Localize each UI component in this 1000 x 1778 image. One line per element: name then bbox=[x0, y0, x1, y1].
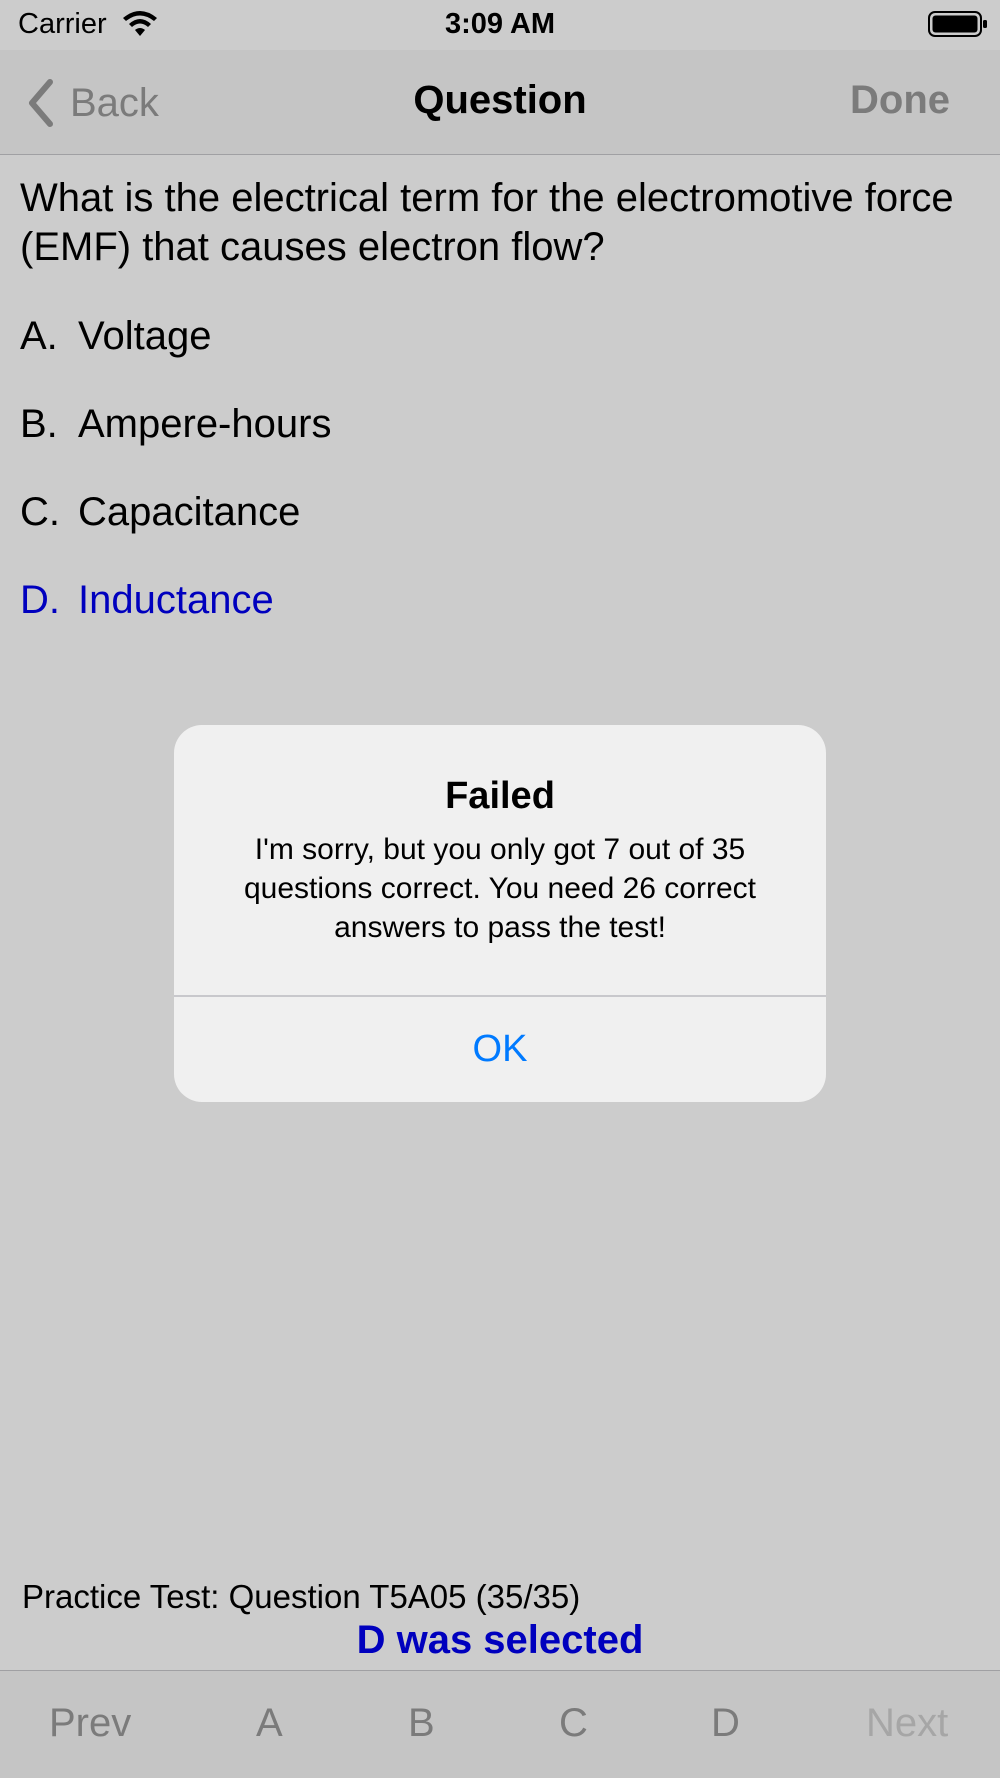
alert-message: I'm sorry, but you only got 7 out of 35 … bbox=[244, 833, 756, 944]
alert-title: Failed bbox=[445, 775, 555, 817]
alert-dialog: Failed I'm sorry, but you only got 7 out… bbox=[174, 725, 826, 1102]
ok-button[interactable]: OK bbox=[174, 997, 826, 1102]
